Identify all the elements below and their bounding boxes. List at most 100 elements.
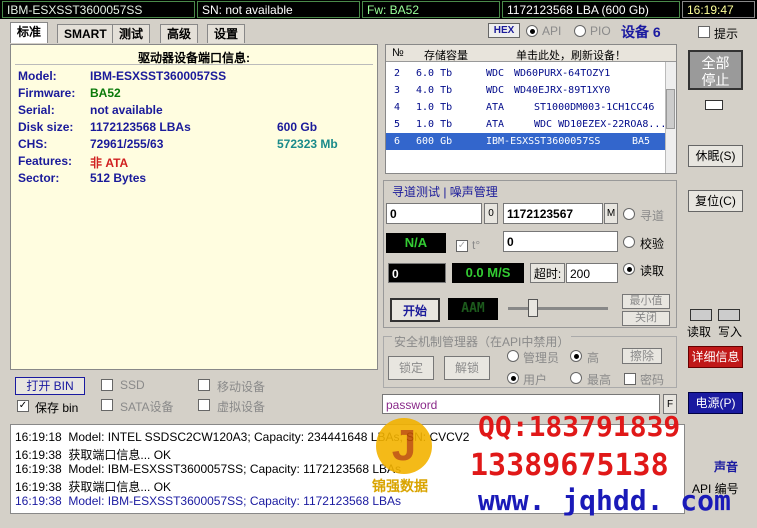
status-bar: IBM-ESXSST3600057SS SN: not available Fw… (0, 0, 757, 19)
min-value-button[interactable]: 最小值 (622, 294, 670, 309)
watermark-qq: QQ:183791839 (478, 410, 681, 443)
status-model: IBM-ESXSST3600057SS (2, 1, 195, 18)
chs-mb: 572323 Mb (277, 137, 338, 151)
end-lba-input[interactable]: 1172123567 (503, 203, 603, 224)
read-indicator-label: 读取 (687, 325, 712, 339)
read-radio[interactable] (623, 263, 635, 275)
details-button[interactable]: 详细信息 (688, 346, 743, 368)
device-list-header[interactable]: № 存储容量 单击此处，刷新设备！ (386, 45, 676, 62)
device-model: BA5 (632, 136, 651, 147)
model-label: Model: (18, 69, 57, 83)
start-button[interactable]: 开始 (390, 298, 440, 322)
aam-display: AAM (448, 298, 498, 320)
user-radio[interactable] (507, 372, 519, 384)
firmware-value: BA52 (90, 86, 121, 100)
open-bin-button[interactable]: 打开 BIN (15, 377, 85, 395)
tab-advanced[interactable]: 高级 (160, 24, 199, 43)
scrollbar-thumb[interactable] (666, 89, 675, 129)
sound-label[interactable]: 声音 (714, 458, 738, 475)
device-size: 4.0 Tb (416, 85, 453, 96)
model-value: IBM-ESXSST3600057SS (90, 69, 227, 83)
device-num: 2 (394, 68, 401, 79)
admin-radio[interactable] (507, 350, 519, 362)
save-bin-checkbox[interactable]: ✓ (17, 400, 29, 412)
end-unit-button[interactable]: M (604, 203, 618, 224)
off-button[interactable]: 关闭 (622, 311, 670, 326)
high-label: 高 (587, 351, 600, 365)
unlock-button[interactable]: 解锁 (444, 356, 490, 380)
device-num: 6 (394, 136, 401, 147)
device-type: WDC (486, 85, 505, 96)
max-radio[interactable] (570, 372, 582, 384)
device-size: 6.0 Tb (416, 68, 453, 79)
device-row[interactable]: 3 4.0 Tb WDC WD40EJRX-89T1XY0 (386, 82, 666, 99)
write-indicator (718, 309, 740, 321)
security-title: 安全机制管理器（在API中禁用） (392, 333, 572, 350)
virtual-checkbox[interactable] (198, 399, 210, 411)
lock-button[interactable]: 锁定 (388, 356, 434, 380)
verify-radio[interactable] (623, 236, 635, 248)
read-indicator (690, 309, 712, 321)
seek-radio[interactable] (623, 208, 635, 220)
tab-standard[interactable]: 标准 (10, 22, 49, 43)
high-radio[interactable] (570, 350, 582, 362)
device-size: 1.0 Tb (416, 119, 453, 130)
user-label: 用户 (523, 373, 548, 387)
seek-value-input[interactable]: 0 (503, 231, 618, 252)
col-number: № (392, 47, 404, 59)
aam-slider-handle[interactable] (528, 299, 538, 317)
timeout-input[interactable]: 200 (566, 263, 618, 283)
device-row[interactable]: 4 1.0 Tb ATA ST1000DM003-1CH1CC46 (386, 99, 666, 116)
device-model: WDC WD10EZEX-22ROA8... (534, 119, 667, 130)
hint-checkbox[interactable] (698, 26, 710, 38)
device-type: WDC (486, 68, 505, 79)
mobile-checkbox[interactable] (198, 379, 210, 391)
status-lba: 1172123568 LBA (600 Gb) (502, 1, 680, 18)
drive-info-panel: 驱动器设备端口信息: Model: IBM-ESXSST3600057SS Fi… (10, 44, 378, 370)
serial-label: Serial: (18, 103, 55, 117)
sata-checkbox[interactable] (101, 399, 113, 411)
chs-label: CHS: (18, 137, 48, 151)
device-num: 4 (394, 102, 401, 113)
watermark-brand: 锦强数据 (372, 478, 428, 494)
max-label: 最高 (587, 373, 612, 387)
stop-all-button[interactable]: 全部 停止 (688, 50, 743, 90)
device-size: 1.0 Tb (416, 102, 453, 113)
log-line: 16:19:38 Model: IBM-ESXSST3600057SS; Cap… (15, 494, 402, 508)
power-button[interactable]: 电源(P) (688, 392, 743, 414)
password-checkbox[interactable] (624, 373, 636, 385)
timeout-label: 超时: (530, 263, 565, 283)
tab-test[interactable]: 测试 (112, 24, 151, 43)
ssd-checkbox[interactable] (101, 379, 113, 391)
reset-button[interactable]: 复位(C) (688, 190, 743, 212)
aam-slider-track[interactable] (508, 307, 608, 310)
watermark-url: www. jqhdd. com (478, 484, 731, 517)
api-radio[interactable] (526, 25, 538, 37)
sleep-button[interactable]: 休眠(S) (688, 145, 743, 167)
counter-display: 0 (388, 263, 446, 283)
start-unit-button[interactable]: 0 (484, 203, 498, 224)
tab-smart[interactable]: SMART (57, 24, 114, 43)
start-lba-input[interactable]: 0 (386, 203, 482, 224)
api-label: API (542, 24, 562, 38)
temp-checkbox[interactable]: ✓ (456, 240, 468, 252)
features-label: Features: (18, 154, 73, 168)
na-display: N/A (386, 233, 446, 253)
device-row[interactable]: 5 1.0 Tb ATA WDC WD10EZEX-22ROA8... (386, 116, 666, 133)
device-row[interactable]: 2 6.0 Tb WDC WD60PURX-64TOZY1 (386, 65, 666, 82)
device-num: 3 (394, 85, 401, 96)
device-list[interactable]: № 存储容量 单击此处，刷新设备！ 2 6.0 Tb WDC WD60PURX-… (385, 44, 677, 174)
tab-settings[interactable]: 设置 (207, 24, 246, 43)
device-number[interactable]: 设备 6 (621, 22, 661, 42)
device-row-selected[interactable]: 6 600 Gb IBM-ESXSST3600057SS BA5 (386, 133, 666, 150)
temp-icon: t° (472, 238, 481, 252)
hint-label: 提示 (714, 27, 739, 41)
col-refresh[interactable]: 单击此处，刷新设备！ (516, 47, 626, 63)
hex-button[interactable]: HEX (488, 23, 520, 38)
device-type: ATA (486, 119, 505, 130)
log-line: 16:19:38 Model: IBM-ESXSST3600057SS; Cap… (15, 462, 402, 476)
erase-button[interactable]: 擦除 (622, 348, 662, 364)
speed-display: 0.0 M/S (452, 263, 524, 283)
virtual-label: 虚拟设备 (217, 400, 266, 414)
pio-radio[interactable] (574, 25, 586, 37)
